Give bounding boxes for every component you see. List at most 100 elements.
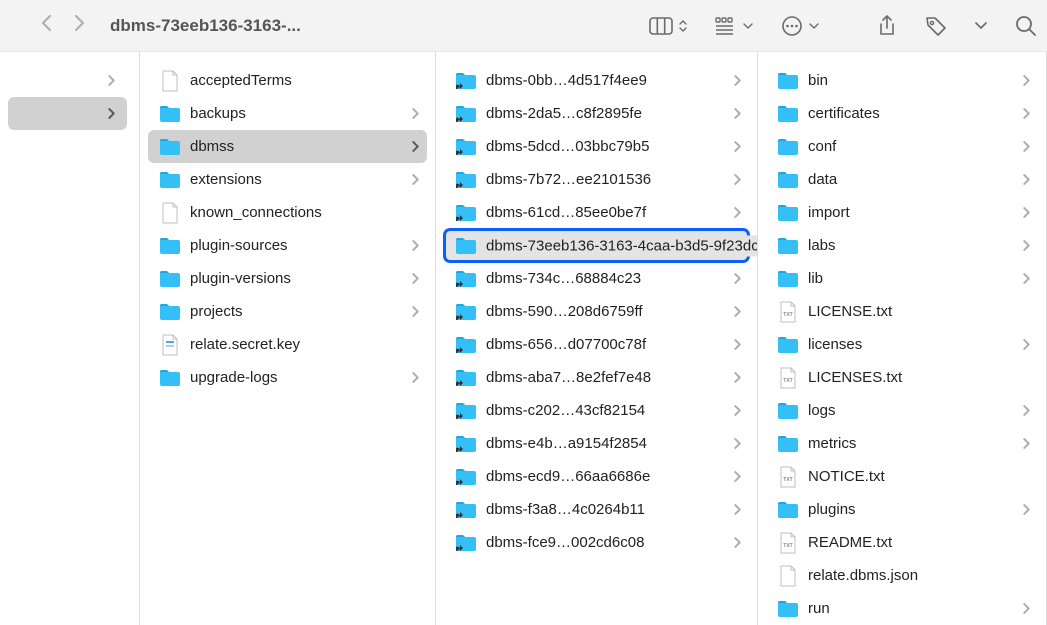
file-item-lib[interactable]: lib <box>766 262 1038 295</box>
file-item-plugins[interactable]: plugins <box>766 493 1038 526</box>
folder-alias-icon <box>454 300 478 324</box>
list-item[interactable] <box>8 64 127 97</box>
chevron-right-icon <box>1023 339 1030 350</box>
file-icon <box>158 69 182 93</box>
file-item-projects[interactable]: projects <box>148 295 427 328</box>
chevron-right-icon <box>412 306 419 317</box>
file-label: LICENSE.txt <box>808 303 1030 320</box>
chevron-right-icon <box>412 372 419 383</box>
file-item-dbms-5dcd-03bbc79b5[interactable]: dbms-5dcd…03bbc79b5 <box>444 130 749 163</box>
file-item-dbms-7b72-ee2101536[interactable]: dbms-7b72…ee2101536 <box>444 163 749 196</box>
folder-alias-icon <box>454 432 478 456</box>
folder-alias-icon <box>454 135 478 159</box>
file-item-metrics[interactable]: metrics <box>766 427 1038 460</box>
file-item-readme-txt[interactable]: README.txt <box>766 526 1038 559</box>
file-item-plugin-sources[interactable]: plugin-sources <box>148 229 427 262</box>
forward-button[interactable] <box>72 14 86 37</box>
file-label: dbms-f3a8…4c0264b11 <box>486 501 730 518</box>
action-menu-button[interactable] <box>781 15 819 37</box>
file-item-dbms-734c-68884c23[interactable]: dbms-734c…68884c23 <box>444 262 749 295</box>
file-item-labs[interactable]: labs <box>766 229 1038 262</box>
list-item[interactable] <box>8 97 127 130</box>
file-label: dbms-590…208d6759ff <box>486 303 730 320</box>
tags-button[interactable] <box>925 15 947 37</box>
file-item-logs[interactable]: logs <box>766 394 1038 427</box>
folder-icon <box>776 201 800 225</box>
file-item-run[interactable]: run <box>766 592 1038 625</box>
file-label: dbms-aba7…8e2fef7e48 <box>486 369 730 386</box>
file-label: plugin-versions <box>190 270 408 287</box>
folder-icon <box>158 168 182 192</box>
file-item-bin[interactable]: bin <box>766 64 1038 97</box>
folder-icon <box>776 498 800 522</box>
file-label: certificates <box>808 105 1019 122</box>
file-label: upgrade-logs <box>190 369 408 386</box>
file-item-relate-dbms-json[interactable]: relate.dbms.json <box>766 559 1038 592</box>
file-item-relate-secret-key[interactable]: relate.secret.key <box>148 328 427 361</box>
file-item-dbms-fce9-002cd6c08[interactable]: dbms-fce9…002cd6c08 <box>444 526 749 559</box>
file-item-dbmss[interactable]: dbmss <box>148 130 427 163</box>
folder-icon <box>158 300 182 324</box>
file-item-plugin-versions[interactable]: plugin-versions <box>148 262 427 295</box>
file-item-dbms-e4b-a9154f2854[interactable]: dbms-e4b…a9154f2854 <box>444 427 749 460</box>
file-item-data[interactable]: data <box>766 163 1038 196</box>
share-button[interactable] <box>877 15 897 37</box>
chevron-right-icon <box>1023 108 1030 119</box>
chevron-right-icon <box>734 471 741 482</box>
folder-alias-icon <box>454 267 478 291</box>
file-item-certificates[interactable]: certificates <box>766 97 1038 130</box>
file-item-dbms-656-d07700c78f[interactable]: dbms-656…d07700c78f <box>444 328 749 361</box>
chevron-right-icon <box>734 372 741 383</box>
file-item-conf[interactable]: conf <box>766 130 1038 163</box>
file-item-notice-txt[interactable]: NOTICE.txt <box>766 460 1038 493</box>
file-label: dbms-734c…68884c23 <box>486 270 730 287</box>
search-button[interactable] <box>1015 15 1037 37</box>
back-button[interactable] <box>40 14 54 37</box>
file-label: relate.secret.key <box>190 336 419 353</box>
file-label: dbmss <box>190 138 408 155</box>
txt-icon <box>776 465 800 489</box>
chevron-right-icon <box>412 141 419 152</box>
file-item-extensions[interactable]: extensions <box>148 163 427 196</box>
file-item-acceptedterms[interactable]: acceptedTerms <box>148 64 427 97</box>
file-icon <box>158 201 182 225</box>
file-label: plugins <box>808 501 1019 518</box>
file-label: extensions <box>190 171 408 188</box>
file-item-upgrade-logs[interactable]: upgrade-logs <box>148 361 427 394</box>
folder-alias-icon <box>454 531 478 555</box>
file-label: import <box>808 204 1019 221</box>
file-label: LICENSES.txt <box>808 369 1030 386</box>
file-item-dbms-590-208d6759ff[interactable]: dbms-590…208d6759ff <box>444 295 749 328</box>
file-item-dbms-c202-43cf82154[interactable]: dbms-c202…43cf82154 <box>444 394 749 427</box>
folder-icon <box>776 135 800 159</box>
file-label: plugin-sources <box>190 237 408 254</box>
file-label: projects <box>190 303 408 320</box>
chevron-right-icon <box>734 504 741 515</box>
file-item-backups[interactable]: backups <box>148 97 427 130</box>
column-browser: acceptedTermsbackups dbmss extensions known… <box>0 52 1047 625</box>
file-label: dbms-fce9…002cd6c08 <box>486 534 730 551</box>
file-item-dbms-2da5-c8f2895fe[interactable]: dbms-2da5…c8f2895fe <box>444 97 749 130</box>
file-item-licenses[interactable]: licenses <box>766 328 1038 361</box>
chevron-right-icon <box>1023 207 1030 218</box>
dropdown-button[interactable] <box>975 22 987 29</box>
file-item-dbms-ecd9-66aa6686e[interactable]: dbms-ecd9…66aa6686e <box>444 460 749 493</box>
file-item-known-connections[interactable]: known_connections <box>148 196 427 229</box>
path-title: dbms-73eeb136-3163-... <box>110 16 301 36</box>
file-item-dbms-0bb-4d517f4ee9[interactable]: dbms-0bb…4d517f4ee9 <box>444 64 749 97</box>
folder-alias-icon <box>454 333 478 357</box>
file-item-license-txt[interactable]: LICENSE.txt <box>766 295 1038 328</box>
file-item-licenses-txt[interactable]: LICENSES.txt <box>766 361 1038 394</box>
column-2: dbms-0bb…4d517f4ee9dbms-2da5…c8f2895fedb… <box>436 52 758 625</box>
group-by-button[interactable] <box>715 17 753 35</box>
file-item-dbms-61cd-85ee0be7f[interactable]: dbms-61cd…85ee0be7f <box>444 196 749 229</box>
chevron-right-icon <box>734 174 741 185</box>
file-item-dbms-73eeb136-3163-4caa-b3d5-9f23dc72c812[interactable]: dbms-73eeb136-3163-4caa-b3d5-9f23dc72c81… <box>444 229 749 262</box>
file-item-dbms-aba7-8e2fef7e48[interactable]: dbms-aba7…8e2fef7e48 <box>444 361 749 394</box>
view-columns-button[interactable] <box>649 17 687 35</box>
file-icon <box>776 564 800 588</box>
file-item-dbms-f3a8-4c0264b11[interactable]: dbms-f3a8…4c0264b11 <box>444 493 749 526</box>
file-item-import[interactable]: import <box>766 196 1038 229</box>
folder-icon <box>776 432 800 456</box>
file-label: dbms-ecd9…66aa6686e <box>486 468 730 485</box>
